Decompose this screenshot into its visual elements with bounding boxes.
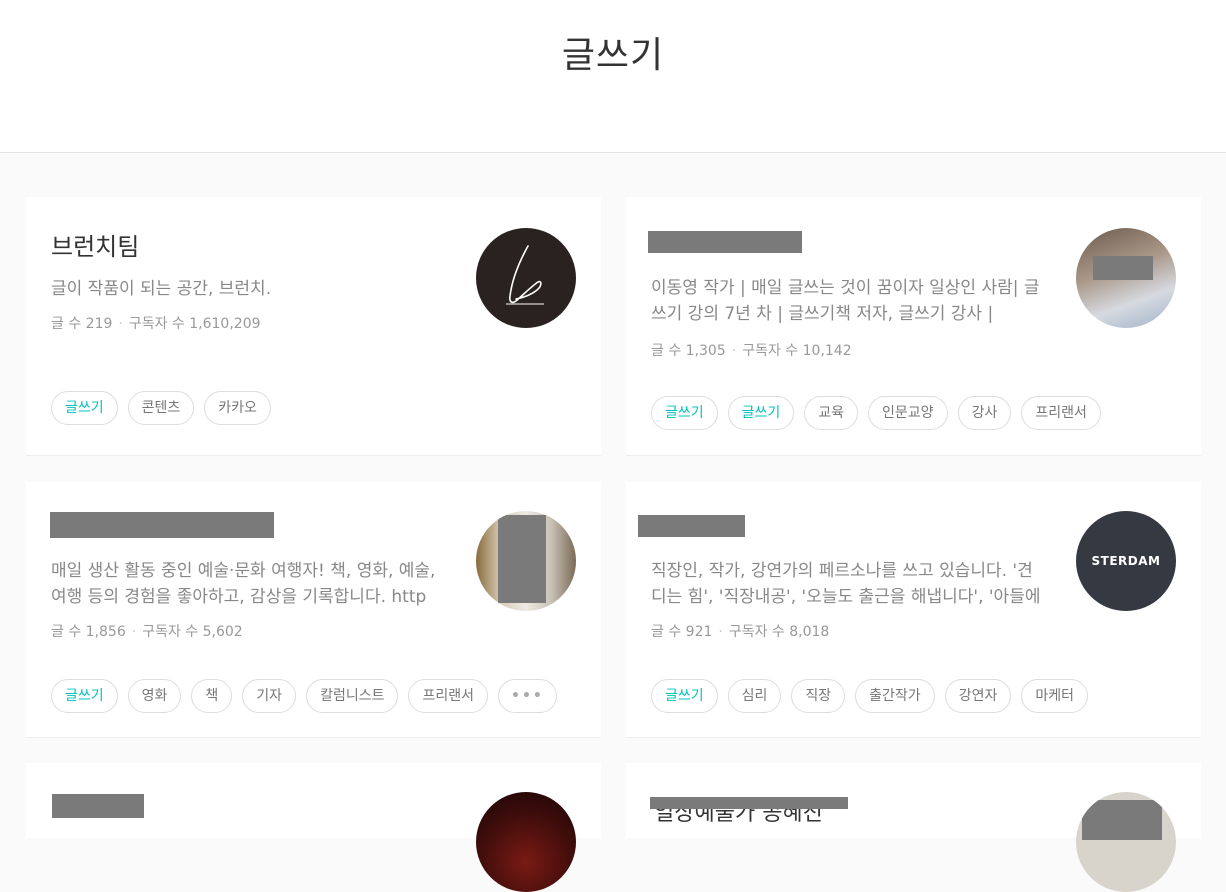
tag-chip[interactable]: 책 xyxy=(191,679,233,713)
author-stats: 글 수 1,305 · 구독자 수 10,142 xyxy=(651,340,852,360)
author-card[interactable]: 브런치팀 글이 작품이 되는 공간, 브런치. 글 수 219 · 구독자 수 1,… xyxy=(26,197,601,456)
keyword-tags: 글쓰기 영화 책 기자 칼럼니스트 프리랜서 ••• xyxy=(51,679,557,713)
keyword-tags: 글쓰기 글쓰기 교육 인문교양 강사 프리랜서 xyxy=(651,396,1101,430)
author-avatar[interactable] xyxy=(1076,228,1176,328)
page-header: 글쓰기 xyxy=(0,0,1226,153)
tag-chip[interactable]: 카카오 xyxy=(204,391,271,425)
redacted-avatar-face xyxy=(498,515,546,603)
author-card[interactable]: 매일 생산 활동 중인 예술·문화 여행자! 책, 영화, 예술, 여행 등의 … xyxy=(26,482,601,738)
post-count: 글 수 1,305 xyxy=(651,343,726,359)
tag-chip[interactable]: 칼럼니스트 xyxy=(306,679,399,713)
tag-chip[interactable]: 마케터 xyxy=(1021,679,1088,713)
post-count: 글 수 921 xyxy=(651,624,713,640)
redacted-author-name xyxy=(648,231,802,253)
subscriber-count: 구독자 수 10,142 xyxy=(742,343,852,359)
tag-chip[interactable]: 글쓰기 xyxy=(651,679,718,713)
tag-chip[interactable]: 심리 xyxy=(727,679,782,713)
tag-chip[interactable]: 글쓰기 xyxy=(651,396,718,430)
keyword-tags: 글쓰기 콘텐츠 카카오 xyxy=(51,391,271,425)
redacted-avatar-face xyxy=(1082,800,1162,840)
subscriber-count: 구독자 수 8,018 xyxy=(728,624,830,640)
author-avatar[interactable] xyxy=(476,228,576,328)
tag-chip[interactable]: 출간작가 xyxy=(855,679,935,713)
author-description: 이동영 작가 | 매일 글쓰는 것이 꿈이자 일상인 사람| 글쓰기 강의 7년… xyxy=(651,278,1040,324)
author-description: 직장인, 작가, 강연가의 페르소나를 쓰고 있습니다. '견디는 힘', '직… xyxy=(651,561,1041,607)
brunch-logo-icon xyxy=(506,245,544,305)
tag-chip[interactable]: 인문교양 xyxy=(868,396,948,430)
tag-chip[interactable]: 콘텐츠 xyxy=(127,391,195,425)
tag-chip[interactable]: 강연자 xyxy=(944,679,1012,713)
keyword-tags: 글쓰기 심리 직장 출간작가 강연자 마케터 xyxy=(651,679,1088,713)
tag-chip[interactable]: 영화 xyxy=(127,679,182,713)
stats-separator: · xyxy=(131,624,137,640)
subscriber-count: 구독자 수 1,610,209 xyxy=(128,316,261,332)
redacted-author-name xyxy=(52,794,144,818)
author-stats: 글 수 1,856 · 구독자 수 5,602 xyxy=(51,621,243,641)
author-stats: 글 수 921 · 구독자 수 8,018 xyxy=(651,621,829,641)
author-avatar[interactable] xyxy=(476,792,576,892)
author-name[interactable]: 브런치팀 xyxy=(51,227,139,262)
author-avatar[interactable] xyxy=(1076,792,1176,892)
tag-chip[interactable]: 강사 xyxy=(957,396,1012,430)
author-avatar[interactable]: STERDAM xyxy=(1076,511,1176,611)
author-card[interactable]: 이동영 작가 | 매일 글쓰는 것이 꿈이자 일상인 사람| 글쓰기 강의 7년… xyxy=(626,197,1201,456)
post-count: 글 수 1,856 xyxy=(51,624,126,640)
author-description: 글이 작품이 되는 공간, 브런치. xyxy=(51,279,272,299)
author-stats: 글 수 219 · 구독자 수 1,610,209 xyxy=(51,313,261,333)
tag-chip[interactable]: 글쓰기 xyxy=(51,679,118,713)
redacted-author-name xyxy=(50,512,274,538)
post-count: 글 수 219 xyxy=(51,316,113,332)
sterdam-logo-text: STERDAM xyxy=(1091,554,1161,568)
page-title: 글쓰기 xyxy=(561,35,665,76)
author-card[interactable]: 직장인, 작가, 강연가의 페르소나를 쓰고 있습니다. '견디는 힘', '직… xyxy=(626,482,1201,738)
stats-separator: · xyxy=(118,316,123,332)
author-avatar[interactable] xyxy=(476,511,576,611)
redacted-avatar-face xyxy=(1093,256,1153,280)
author-card[interactable] xyxy=(26,763,601,892)
stats-separator: · xyxy=(731,343,737,359)
tag-chip[interactable]: 글쓰기 xyxy=(727,396,795,430)
stats-separator: · xyxy=(718,624,723,640)
tag-chip[interactable]: 프리랜서 xyxy=(1021,396,1101,430)
tag-chip[interactable]: 교육 xyxy=(804,396,859,430)
author-card[interactable]: 일상예술가 공혜진 xyxy=(626,763,1201,892)
subscriber-count: 구독자 수 5,602 xyxy=(142,624,243,640)
redacted-author-name xyxy=(638,515,745,537)
tag-chip[interactable]: 기자 xyxy=(242,679,297,713)
more-tags-button[interactable]: ••• xyxy=(498,679,557,713)
redacted-author-name xyxy=(650,797,848,809)
tag-chip[interactable]: 직장 xyxy=(791,679,846,713)
tag-chip[interactable]: 프리랜서 xyxy=(408,679,488,713)
tag-chip[interactable]: 글쓰기 xyxy=(51,391,118,425)
author-description: 매일 생산 활동 중인 예술·문화 여행자! 책, 영화, 예술, 여행 등의 … xyxy=(51,561,436,607)
